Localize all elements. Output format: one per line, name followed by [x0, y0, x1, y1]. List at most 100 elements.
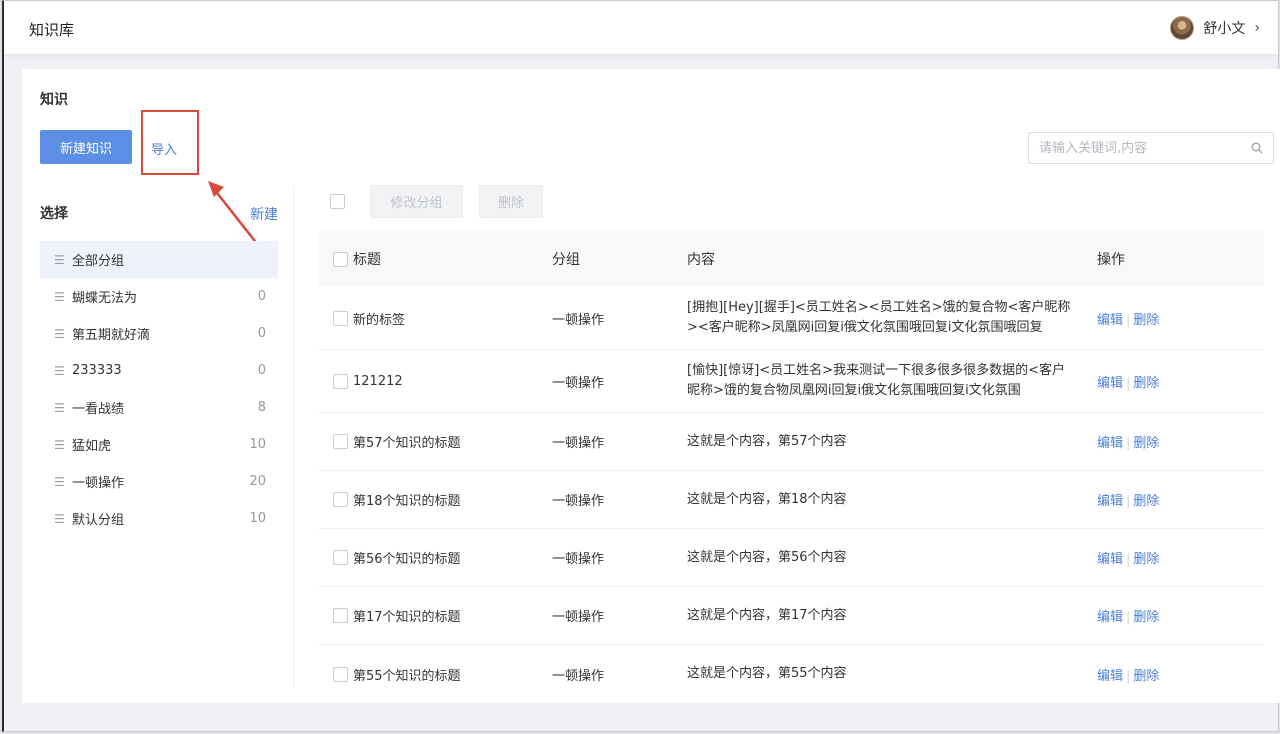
- search-box[interactable]: [1028, 132, 1274, 164]
- group-name: 一看战绩: [72, 402, 125, 417]
- edit-link[interactable]: 编辑: [1097, 436, 1123, 451]
- row-group: 一顿操作: [552, 375, 605, 391]
- row-title: 121212: [353, 373, 403, 389]
- chevron-right-icon: ›: [1254, 20, 1260, 36]
- row-checkbox[interactable]: [333, 434, 348, 449]
- group-name: 全部分组: [72, 254, 125, 269]
- group-item[interactable]: ☰ 默认分组 10: [40, 500, 278, 537]
- row-group: 一顿操作: [552, 494, 605, 509]
- row-group: 一顿操作: [552, 610, 605, 625]
- group-item[interactable]: ☰ 233333 0: [40, 352, 278, 389]
- group-count: 10: [249, 511, 266, 526]
- row-title: 第57个知识的标题: [353, 436, 461, 451]
- app-window: 知识库 舒小文 › 知识 新建知识 导入 选择 新建: [2, 0, 1280, 732]
- header-title: 标题: [353, 252, 381, 268]
- row-checkbox[interactable]: [333, 666, 348, 682]
- row-title: 第18个知识的标题: [353, 494, 461, 509]
- new-group-link[interactable]: 新建: [250, 204, 278, 224]
- select-all-checkbox[interactable]: [330, 193, 345, 209]
- delete-link[interactable]: 删除: [1133, 313, 1159, 328]
- hamburger-icon: ☰: [54, 437, 65, 452]
- delete-link[interactable]: 删除: [1133, 610, 1159, 625]
- header-checkbox[interactable]: [333, 251, 348, 267]
- row-content: [拥抱][Hey][握手]<员工姓名><员工姓名>饿的复合物<客户昵称><客户昵…: [687, 300, 1071, 335]
- table-toolbar: 修改分组 删除: [330, 184, 543, 218]
- header-group: 分组: [552, 252, 580, 268]
- row-checkbox[interactable]: [333, 608, 348, 623]
- group-count: 10: [249, 437, 266, 452]
- top-bar: 知识库 舒小文 ›: [4, 1, 1278, 55]
- group-item[interactable]: ☰ 一看战绩 8: [40, 389, 278, 426]
- app-title: 知识库: [29, 21, 75, 39]
- new-knowledge-button[interactable]: 新建知识: [40, 130, 132, 164]
- edit-link[interactable]: 编辑: [1097, 313, 1123, 328]
- delete-link[interactable]: 删除: [1133, 669, 1159, 684]
- group-count: 0: [257, 363, 266, 378]
- group-count: 0: [257, 326, 266, 341]
- delete-link[interactable]: 删除: [1133, 376, 1159, 391]
- panel-divider: [293, 187, 294, 687]
- section-title: 知识: [40, 92, 68, 108]
- ops-separator: |: [1126, 552, 1131, 567]
- hamburger-icon: ☰: [54, 474, 65, 489]
- annotation-highlight-box: [141, 110, 199, 175]
- group-count: 0: [257, 289, 266, 304]
- modify-group-button[interactable]: 修改分组: [370, 184, 463, 218]
- row-group: 一顿操作: [552, 436, 605, 451]
- group-name: 第五期就好滴: [72, 328, 151, 343]
- hamburger-icon: ☰: [54, 326, 65, 341]
- row-checkbox[interactable]: [333, 492, 348, 507]
- search-icon[interactable]: [1251, 142, 1263, 154]
- group-name: 蝴蝶无法为: [72, 291, 138, 306]
- ops-separator: |: [1126, 668, 1131, 684]
- row-checkbox[interactable]: [333, 550, 348, 565]
- table-row: 第57个知识的标题 一顿操作 这就是个内容，第57个内容 编辑 | 删除: [319, 413, 1264, 471]
- group-list: ☰ 全部分组 ☰ 蝴蝶无法为 0 ☰ 第五期就好滴 0 ☰ 233333 0 ☰…: [40, 241, 278, 537]
- ops-separator: |: [1126, 610, 1131, 625]
- edit-link[interactable]: 编辑: [1097, 494, 1123, 509]
- row-title: 新的标签: [353, 312, 406, 328]
- row-title: 第55个知识的标题: [353, 668, 461, 684]
- edit-link[interactable]: 编辑: [1097, 669, 1123, 684]
- group-name: 一顿操作: [72, 476, 125, 491]
- delete-link[interactable]: 删除: [1133, 436, 1159, 451]
- delete-link[interactable]: 删除: [1133, 494, 1159, 509]
- hamburger-icon: ☰: [54, 289, 65, 304]
- row-content: 这就是个内容，第57个内容: [687, 433, 847, 449]
- row-content: 这就是个内容，第55个内容: [687, 666, 847, 681]
- table-row: 第18个知识的标题 一顿操作 这就是个内容，第18个内容 编辑 | 删除: [319, 471, 1264, 529]
- ops-separator: |: [1126, 494, 1131, 509]
- header-ops: 操作: [1097, 252, 1125, 268]
- row-content: 这就是个内容，第17个内容: [687, 607, 847, 623]
- row-group: 一顿操作: [552, 668, 605, 684]
- edit-link[interactable]: 编辑: [1097, 376, 1123, 391]
- hamburger-icon: ☰: [54, 252, 65, 267]
- hamburger-icon: ☰: [54, 363, 65, 378]
- header-content: 内容: [687, 252, 715, 268]
- row-checkbox[interactable]: [333, 373, 348, 389]
- table-header: 标题 分组 内容 操作: [319, 231, 1264, 287]
- row-content: 这就是个内容，第56个内容: [687, 549, 847, 565]
- edit-link[interactable]: 编辑: [1097, 552, 1123, 567]
- group-item-all[interactable]: ☰ 全部分组: [40, 241, 278, 278]
- group-item[interactable]: ☰ 第五期就好滴 0: [40, 315, 278, 352]
- avatar: [1170, 16, 1195, 40]
- user-menu[interactable]: 舒小文 ›: [1170, 15, 1260, 41]
- group-name: 233333: [72, 363, 122, 378]
- ops-separator: |: [1126, 312, 1131, 328]
- hamburger-icon: ☰: [54, 511, 65, 526]
- row-checkbox[interactable]: [333, 310, 348, 326]
- group-item[interactable]: ☰ 猛如虎 10: [40, 426, 278, 463]
- group-item[interactable]: ☰ 蝴蝶无法为 0: [40, 278, 278, 315]
- ops-separator: |: [1126, 436, 1131, 451]
- edit-link[interactable]: 编辑: [1097, 610, 1123, 625]
- delete-link[interactable]: 删除: [1133, 552, 1159, 567]
- delete-button[interactable]: 删除: [479, 184, 543, 218]
- search-input[interactable]: [1039, 140, 1251, 156]
- table-row: 第55个知识的标题 一顿操作 这就是个内容，第55个内容 编辑 | 删除: [319, 645, 1264, 703]
- row-group: 一顿操作: [552, 552, 605, 567]
- table-row: 第17个知识的标题 一顿操作 这就是个内容，第17个内容 编辑 | 删除: [319, 587, 1264, 645]
- group-name: 猛如虎: [72, 439, 112, 454]
- group-item[interactable]: ☰ 一顿操作 20: [40, 463, 278, 500]
- group-panel-title: 选择: [40, 206, 68, 222]
